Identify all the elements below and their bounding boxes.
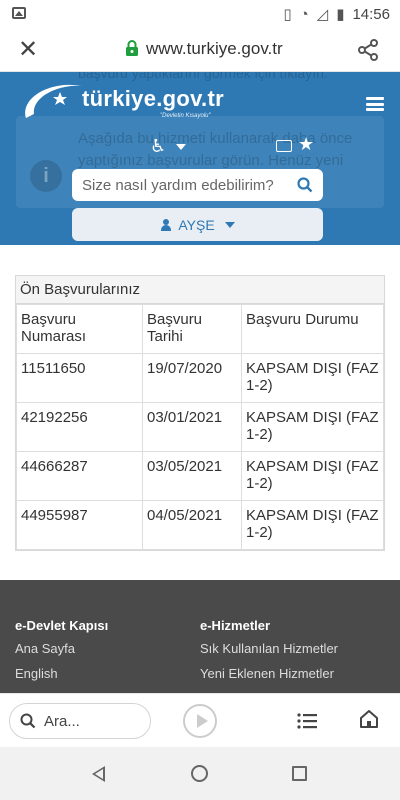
column-header: Başvuru Numarası [16,304,143,354]
status-time: 14:56 [352,5,390,23]
site-footer: e-Devlet Kapısı Ana Sayfa English e-Hizm… [0,580,400,693]
toolbar-search-button[interactable]: Ara... [9,703,151,739]
share-icon[interactable] [356,38,380,62]
logo-swoosh-icon [25,84,82,118]
browser-toolbar: Ara... [0,693,400,747]
wifi-icon: ◔ [299,5,309,23]
table-cell: 44955987 [16,500,143,550]
footer-link-frequent-services[interactable]: Sık Kullanılan Hizmetler [200,641,338,656]
search-icon [20,713,36,729]
applications-panel: Ön Başvurularınız Başvuru Numarası Başvu… [15,275,385,551]
user-icon [160,218,172,231]
close-icon[interactable]: ✕ [18,36,38,64]
list-icon[interactable] [297,713,317,729]
table-cell: KAPSAM DIŞI (FAZ 1-2) [241,500,384,550]
home-icon[interactable] [359,709,379,729]
footer-column-ehizmetler: e-Hizmetler Sık Kullanılan Hizmetler Yen… [200,618,338,691]
user-menu-button[interactable]: AYŞE [72,208,323,241]
id-card-icon[interactable] [276,140,292,152]
vibrate-icon: ▯ [283,6,292,23]
star-icon[interactable]: ★ [298,134,314,155]
search-icon[interactable] [297,177,313,193]
search-box [72,169,323,201]
user-name: AYŞE [178,216,215,233]
table-cell: KAPSAM DIŞI (FAZ 1-2) [241,353,384,403]
table-row: 44955987 04/05/2021 KAPSAM DIŞI (FAZ 1-2… [16,500,384,550]
lock-icon [126,40,138,56]
table-header-row: Başvuru Numarası Başvuru Tarihi Başvuru … [16,304,384,354]
footer-column-edevlet: e-Devlet Kapısı Ana Sayfa English [15,618,108,691]
chevron-down-icon [224,221,235,228]
logo-text: türkiye.gov.tr [82,86,224,111]
system-navigation-bar [0,747,400,800]
menu-icon[interactable] [366,97,384,111]
status-icons: ▯ ◔ ◿ ▮ 14:56 [283,4,390,24]
table-cell: 11511650 [16,353,143,403]
browser-bar: ✕ www.turkiye.gov.tr [0,28,400,72]
footer-heading: e-Devlet Kapısı [15,618,109,633]
image-notification-icon [12,7,26,19]
back-icon[interactable] [92,766,105,782]
battery-icon: ▮ [336,6,345,23]
table-cell: 44666287 [16,451,143,501]
column-header: Başvuru Durumu [241,304,384,354]
home-circle-icon[interactable] [191,765,208,782]
logo-tagline: "Devletin Kısayolu" [160,113,211,119]
table-cell: KAPSAM DIŞI (FAZ 1-2) [241,451,384,501]
accessibility-button[interactable]: ♿ [150,136,187,157]
toolbar-search-label: Ara... [44,712,80,730]
column-header: Başvuru Tarihi [142,304,242,354]
table-cell: KAPSAM DIŞI (FAZ 1-2) [241,402,384,452]
wheelchair-icon: ♿ [150,136,167,156]
panel-title: Ön Başvurularınız [16,276,384,304]
table-cell: 19/07/2020 [142,353,242,403]
applications-table: Başvuru Numarası Başvuru Tarihi Başvuru … [16,304,384,550]
url-text[interactable]: www.turkiye.gov.tr [146,39,283,59]
chevron-down-icon [176,143,187,150]
info-icon: i [30,160,62,192]
table-row: 11511650 19/07/2020 KAPSAM DIŞI (FAZ 1-2… [16,353,384,403]
site-header: başvuru yaptıklarını görmek için tıklayı… [0,72,400,245]
play-icon[interactable] [183,704,217,738]
footer-link-english[interactable]: English [15,666,108,681]
status-bar: ▯ ◔ ◿ ▮ 14:56 [0,0,400,28]
table-row: 42192256 03/01/2021 KAPSAM DIŞI (FAZ 1-2… [16,402,384,452]
signal-off-icon: ◿ [316,6,329,23]
footer-link-home[interactable]: Ana Sayfa [15,641,108,656]
site-logo[interactable]: türkiye.gov.tr "Devletin Kısayolu" [20,78,230,128]
table-cell: 04/05/2021 [142,500,242,550]
table-cell: 03/05/2021 [142,451,242,501]
recent-apps-icon[interactable] [292,766,307,781]
table-cell: 42192256 [16,402,143,452]
footer-heading: e-Hizmetler [200,618,271,633]
table-row: 44666287 03/05/2021 KAPSAM DIŞI (FAZ 1-2… [16,451,384,501]
search-input[interactable] [72,169,282,201]
table-cell: 03/01/2021 [142,402,242,452]
footer-link-new-services[interactable]: Yeni Eklenen Hizmetler [200,666,338,681]
